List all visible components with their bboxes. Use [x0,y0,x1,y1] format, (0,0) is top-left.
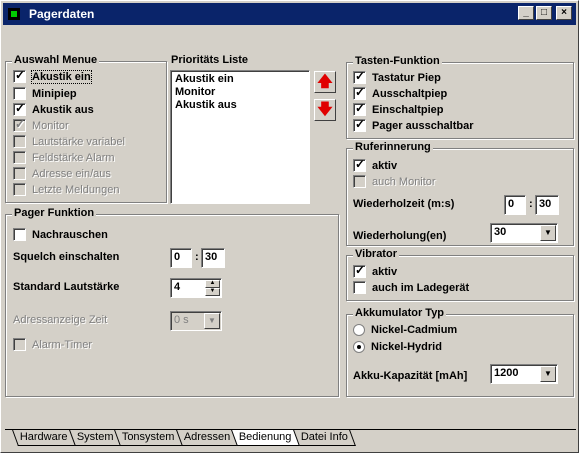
auswahl-item[interactable]: Minipiep [13,87,77,100]
squelch-min-field[interactable]: 0 [170,248,192,268]
list-item[interactable]: Monitor [175,86,305,99]
checkbox [353,175,366,188]
vibrator-aktiv-checkbox[interactable]: aktiv [353,263,397,278]
kapazitaet-label: Akku-Kapazität [mAh] [353,370,468,382]
colon: : [529,198,533,210]
list-item[interactable]: Akustik aus [175,99,305,112]
wiederholzeit-sec-field[interactable]: 30 [535,195,559,215]
prioritaet-title: Prioritäts Liste [171,54,249,66]
ruf-aktiv-checkbox[interactable]: aktiv [353,157,397,172]
nicd-radio[interactable]: Nickel-Cadmium [353,324,457,336]
squelch-sec-field[interactable]: 30 [201,248,225,268]
akkumulator-title: Akkumulator Typ [353,307,447,319]
chevron-down-icon[interactable]: ▼ [540,366,556,382]
checkbox[interactable] [353,281,366,294]
checkbox[interactable] [353,263,366,278]
auswahl-menue-title: Auswahl Menue [12,54,100,66]
window-title: Pagerdaten [29,7,95,21]
checkbox [13,167,26,180]
adressanzeige-label: Adressanzeige Zeit [13,314,108,326]
tasten-item[interactable]: Pager ausschaltbar [353,117,474,132]
window: Pagerdaten _ □ × Auswahl Menue Akustik e… [0,0,579,453]
tasten-item[interactable]: Ausschaltpiep [353,85,447,100]
chevron-down-icon[interactable]: ▼ [540,225,556,241]
checkbox[interactable] [353,117,366,132]
auswahl-item: Lautstärke variabel [13,135,125,148]
kapazitaet-select[interactable]: 1200 ▼ [490,364,558,384]
spin-up-icon[interactable]: ▲ [205,280,220,288]
tab-bedienung[interactable]: Bedienung [231,430,300,446]
radio-button[interactable] [353,324,365,336]
wiederholung-select[interactable]: 30 ▼ [490,223,558,243]
auswahl-item: Monitor [13,117,69,132]
checkbox[interactable] [13,101,26,116]
squelch-label: Squelch einschalten [13,251,120,263]
close-button[interactable]: × [556,6,572,20]
tab-system[interactable]: System [68,430,122,446]
nimh-radio[interactable]: Nickel-Hydrid [353,341,442,353]
app-icon [7,7,21,21]
vibrator-group: Vibrator [346,248,574,301]
arrow-up-icon: 🡅 [317,73,333,90]
wiederholung-label: Wiederholung(en) [353,230,447,242]
checkbox [13,338,26,351]
move-up-button[interactable]: 🡅 [314,71,336,93]
checkbox[interactable] [13,87,26,100]
auswahl-item: Feldstärke Alarm [13,151,115,164]
radio-button[interactable] [353,341,365,353]
auswahl-item: Letzte Meldungen [13,183,119,196]
vibrator-title: Vibrator [353,248,399,260]
ruferinnerung-title: Ruferinnerung [353,141,433,153]
tab-bar: Hardware System Tonsystem Adressen Bedie… [12,430,357,448]
tab-tonsystem[interactable]: Tonsystem [114,430,183,446]
pager-funktion-group: Pager Funktion [5,207,339,397]
auswahl-item[interactable]: Akustik aus [13,101,94,116]
spin-down-icon[interactable]: ▼ [205,288,220,296]
checkbox[interactable] [353,85,366,100]
lautstaerke-spinner[interactable]: 4 ▲ ▼ [170,278,222,298]
auswahl-item[interactable]: Akustik ein [13,68,92,84]
checkbox[interactable] [353,101,366,116]
checkbox [13,117,26,132]
ruf-monitor-checkbox: auch Monitor [353,175,436,188]
wiederholzeit-label: Wiederholzeit (m:s) [353,198,455,210]
auswahl-item: Adresse ein/aus [13,167,111,180]
move-down-button[interactable]: 🡇 [314,99,336,121]
tasten-funktion-title: Tasten-Funktion [353,55,442,67]
checkbox[interactable] [13,228,26,241]
tasten-item[interactable]: Einschaltpiep [353,101,444,116]
maximize-button[interactable]: □ [536,6,552,20]
tab-datei-info[interactable]: Datei Info [293,430,357,446]
tab-adressen[interactable]: Adressen [176,430,239,446]
colon: : [195,251,199,263]
alarm-timer-checkbox: Alarm-Timer [13,338,92,351]
lautstaerke-label: Standard Lautstärke [13,281,120,293]
minimize-button[interactable]: _ [518,6,534,20]
prioritaet-listbox[interactable]: Akustik ein Monitor Akustik aus [170,70,310,204]
checkbox[interactable] [353,69,366,84]
arrow-down-icon: 🡇 [317,101,333,118]
checkbox[interactable] [353,157,366,172]
tasten-item[interactable]: Tastatur Piep [353,69,441,84]
list-item[interactable]: Akustik ein [175,73,305,86]
nachrauschen-checkbox[interactable]: Nachrauschen [13,228,108,241]
pager-funktion-title: Pager Funktion [12,207,97,219]
title-bar[interactable]: Pagerdaten _ □ × [3,3,576,25]
checkbox[interactable] [13,68,26,83]
tab-hardware[interactable]: Hardware [12,430,76,446]
wiederholzeit-min-field[interactable]: 0 [504,195,526,215]
chevron-down-icon: ▼ [204,313,220,329]
vibrator-ladegeraet-checkbox[interactable]: auch im Ladegerät [353,281,469,294]
checkbox [13,183,26,196]
adressanzeige-select: 0 s ▼ [170,311,222,331]
checkbox [13,135,26,148]
checkbox [13,151,26,164]
